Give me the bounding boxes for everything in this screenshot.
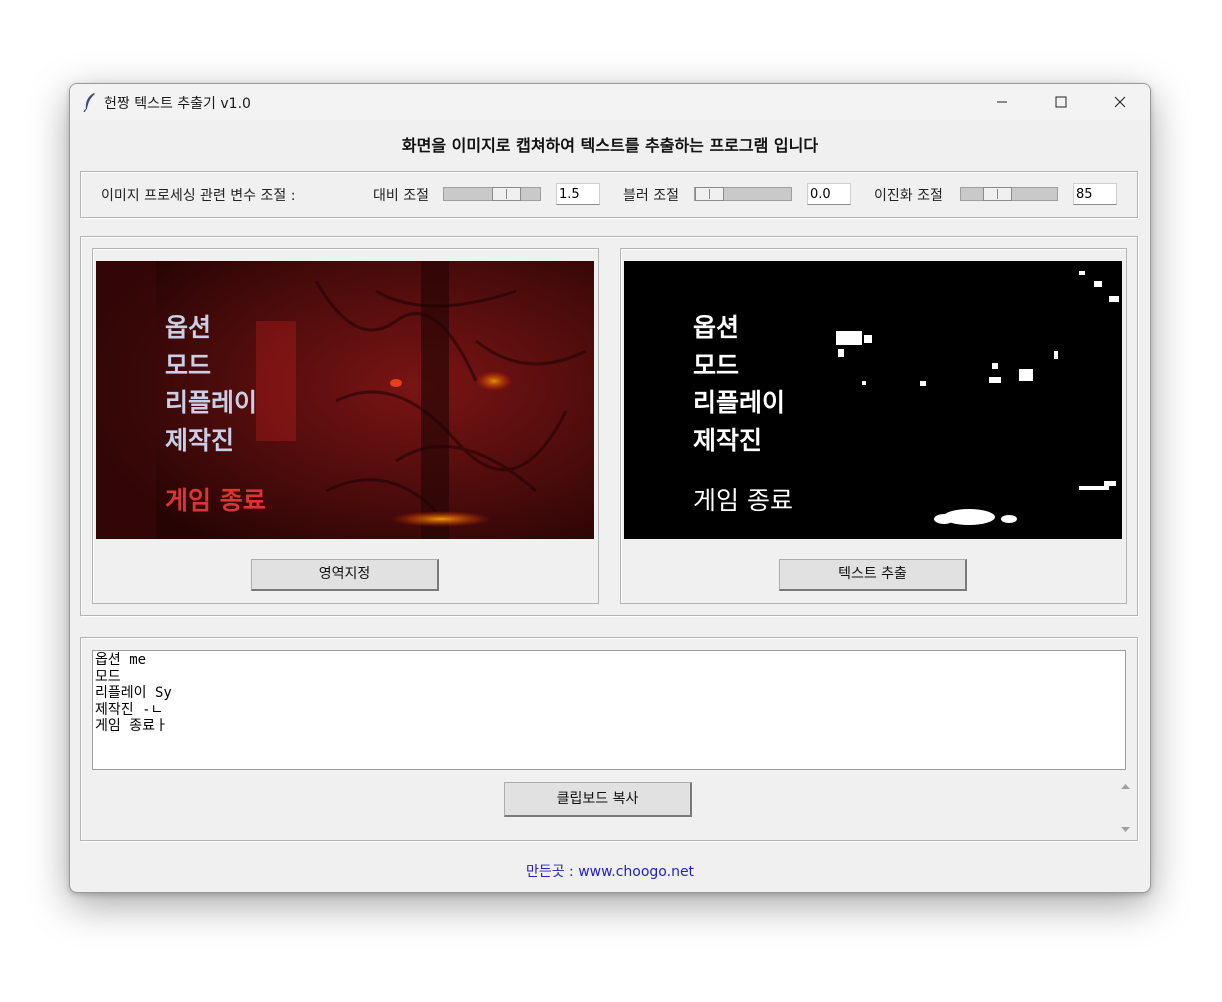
maximize-button[interactable] — [1032, 84, 1090, 120]
output-textarea[interactable]: 옵션 me 모드 리플레이 Sy 제작진 -ㄴ 게임 종료ㅏ — [92, 650, 1126, 770]
threshold-label: 이진화 조절 — [874, 188, 943, 204]
minimize-icon — [997, 101, 1007, 103]
copy-clipboard-button[interactable]: 클립보드 복사 — [504, 782, 692, 817]
processed-image-frame: 옵션 모드 리플레이 제작진 게임 종료 텍스트 추출 — [620, 248, 1127, 604]
threshold-slider[interactable] — [960, 187, 1058, 201]
feather-icon — [83, 93, 95, 112]
processed-menu-item: 제작진 — [693, 425, 763, 455]
processed-menu-item: 모드 — [693, 350, 740, 380]
original-image-frame: 옵션 모드 리플레이 제작진 게임 종료 영역지정 — [92, 248, 599, 604]
app-window: 헌짱 텍스트 추출기 v1.0 화면을 이미지로 캡쳐하여 텍스트를 추출하는 … — [69, 83, 1151, 893]
minimize-button[interactable] — [973, 84, 1031, 120]
original-menu-item: 모드 — [165, 350, 212, 380]
blur-slider-thumb[interactable] — [695, 187, 724, 201]
original-exit-text: 게임 종료 — [165, 486, 266, 515]
blur-slider[interactable] — [694, 187, 792, 201]
extract-text-button[interactable]: 텍스트 추출 — [779, 559, 967, 591]
select-region-button[interactable]: 영역지정 — [251, 559, 439, 591]
original-menu-item: 제작진 — [165, 425, 235, 455]
scroll-down-icon[interactable] — [1117, 824, 1134, 836]
blur-label: 블러 조절 — [623, 188, 679, 204]
output-scrollbar[interactable] — [1117, 778, 1134, 838]
blur-value-input[interactable]: 0.0 — [807, 183, 851, 205]
processed-exit-text: 게임 종료 — [693, 486, 793, 515]
output-line: 모드 — [95, 668, 121, 685]
output-line: 게임 종료ㅏ — [95, 718, 168, 734]
scroll-up-icon[interactable] — [1117, 780, 1134, 792]
output-panel: 옵션 me 모드 리플레이 Sy 제작진 -ㄴ 게임 종료ㅏ 클립보드 복사 — [80, 637, 1138, 841]
contrast-value-input[interactable]: 1.5 — [556, 183, 600, 205]
image-panel: 옵션 모드 리플레이 제작진 게임 종료 영역지정 옵션 모드 리플레이 제작진… — [80, 236, 1138, 616]
contrast-label: 대비 조절 — [373, 188, 429, 204]
output-line: 제작진 -ㄴ — [95, 701, 164, 718]
processed-menu-item: 옵션 — [693, 313, 740, 342]
params-label: 이미지 프로세싱 관련 변수 조절 : — [101, 188, 296, 204]
output-line: 옵션 me — [95, 652, 147, 668]
contrast-slider[interactable] — [443, 187, 541, 201]
contrast-slider-thumb[interactable] — [492, 187, 521, 201]
threshold-value-input[interactable]: 85 — [1073, 183, 1117, 205]
original-menu-item: 옵션 — [165, 313, 212, 342]
params-panel: 이미지 프로세싱 관련 변수 조절 : 대비 조절 1.5 블러 조절 0.0 … — [80, 171, 1138, 218]
page-headline: 화면을 이미지로 캡쳐하여 텍스트를 추출하는 프로그램 입니다 — [401, 136, 819, 155]
title-bar[interactable]: 헌짱 텍스트 추출기 v1.0 — [70, 84, 1150, 120]
close-icon — [1114, 96, 1126, 108]
footer-credit[interactable]: 만든곳 : www.choogo.net — [70, 861, 1150, 881]
threshold-slider-thumb[interactable] — [983, 187, 1012, 201]
window-title: 헌짱 텍스트 추출기 v1.0 — [104, 96, 251, 112]
close-button[interactable] — [1091, 84, 1149, 120]
original-menu-item: 리플레이 — [165, 388, 258, 417]
processed-menu-item: 리플레이 — [693, 388, 786, 417]
maximize-icon — [1055, 96, 1067, 108]
output-line: 리플레이 Sy — [95, 685, 172, 701]
